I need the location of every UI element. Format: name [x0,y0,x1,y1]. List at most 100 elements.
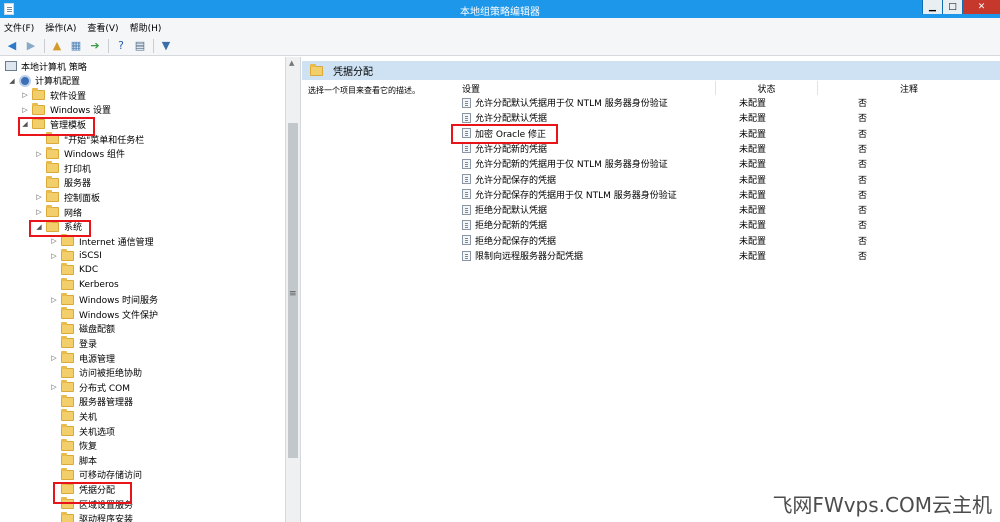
column-header-comment[interactable]: 注释 [818,81,1000,95]
show-hide-tree-icon[interactable]: ▦ [68,38,84,54]
tree-item[interactable]: ▷ Windows 组件 [35,146,125,161]
tree-item[interactable]: 访问被拒绝协助 [50,365,143,380]
expand-arrow-icon[interactable]: ▷ [50,383,58,391]
tree-item[interactable]: 登录 [50,336,97,350]
tree-item[interactable]: Windows 文件保护 [50,307,158,321]
back-arrow-icon[interactable]: ◀ [4,38,20,54]
tree-item-label: Windows 文件保护 [79,310,159,321]
setting-row[interactable]: 允许分配默认凭据用于仅 NTLM 服务器身份验证 未配置 否 [452,95,1000,110]
policy-setting-icon [462,143,471,154]
menu-help[interactable]: 帮助(H) [130,21,162,34]
title-bar: 本地组策略编辑器 ▁ □ ✕ [0,0,1000,18]
tree-item[interactable]: KDC [50,263,98,277]
expand-arrow-icon[interactable]: ▷ [50,252,58,260]
window-title: 本地组策略编辑器 [460,7,540,18]
setting-row[interactable]: 拒绝分配保存的凭据 未配置 否 [452,233,1000,248]
menu-action[interactable]: 操作(A) [45,21,76,34]
collapse-arrow-icon[interactable]: ◢ [8,77,16,85]
tree-item-label: 服务器 [64,179,92,190]
menu-view[interactable]: 查看(V) [87,21,118,34]
setting-row[interactable]: 拒绝分配新的凭据 未配置 否 [452,217,1000,232]
setting-row[interactable]: 允许分配保存的凭据 未配置 否 [452,172,1000,187]
tree-item[interactable]: 关机选项 [50,424,115,438]
toolbar-separator [153,38,154,53]
setting-name: 限制向远程服务器分配凭据 [475,252,584,262]
expand-arrow-icon[interactable]: ▷ [35,150,43,158]
scroll-up-arrow-icon[interactable]: ▲ [289,59,294,67]
expand-arrow-icon[interactable]: ▷ [35,193,43,201]
expand-arrow-icon[interactable]: ▷ [21,91,29,99]
tree-item-label: 软件设置 [50,91,87,102]
folder-icon [61,336,74,349]
policy-setting-icon [462,250,471,261]
expand-arrow-icon[interactable]: ▷ [50,354,58,362]
tree-item[interactable]: ▷ 软件设置 [21,88,86,102]
highlight-box [18,117,95,136]
tree-item-label: 关机 [79,412,98,423]
tree-item[interactable]: 驱动程序安装 [50,511,133,522]
help-icon[interactable]: ? [113,38,129,54]
expand-arrow-icon[interactable]: ▷ [50,296,58,304]
gear-icon [19,74,31,87]
setting-comment: 否 [858,236,868,247]
column-header-setting[interactable]: 设置 [458,81,716,95]
tree-item[interactable]: 打印机 [35,161,91,175]
setting-row[interactable]: 允许分配新的凭据用于仅 NTLM 服务器身份验证 未配置 否 [452,156,1000,171]
expand-arrow-icon[interactable]: ▷ [21,106,29,114]
policy-setting-icon [462,112,471,123]
tree-item-label: 访问被拒绝协助 [79,369,143,380]
setting-row[interactable]: 拒绝分配默认凭据 未配置 否 [452,202,1000,217]
tree-item[interactable]: 服务器管理器 [50,394,133,409]
properties-icon[interactable]: ▤ [132,38,148,54]
tree-item-label: KDC [79,265,99,276]
folder-icon [46,205,59,217]
tree-item[interactable]: 可移动存储访问 [50,467,142,482]
tree-item[interactable]: 磁盘配额 [50,321,115,336]
tree-item[interactable]: 关机 [50,409,97,423]
tree-item[interactable]: 恢复 [50,438,97,453]
column-header-state[interactable]: 状态 [716,81,818,95]
tree-item[interactable]: ▷ 电源管理 [50,351,115,365]
filter-icon[interactable]: ▼ [158,38,174,54]
tree-item[interactable]: 脚本 [50,453,97,467]
tree-item-label: 本地计算机 策略 [21,62,87,73]
forward-arrow-icon[interactable]: ▶ [23,38,39,54]
setting-state: 未配置 [739,206,767,217]
menu-file[interactable]: 文件(F) [4,21,34,34]
tree-item[interactable]: ▷ 网络 [35,205,82,219]
setting-row[interactable]: 限制向远程服务器分配凭据 未配置 否 [452,248,1000,263]
tree-item[interactable]: Kerberos [50,278,119,292]
setting-comment: 否 [858,99,868,109]
export-list-icon[interactable]: ➔ [87,38,103,54]
setting-state: 未配置 [739,129,767,140]
tree-item[interactable]: ▷ Windows 时间服务 [50,292,158,307]
column-header-label: 状态 [757,84,776,95]
setting-row[interactable]: 允许分配保存的凭据用于仅 NTLM 服务器身份验证 未配置 否 [452,187,1000,202]
tree-item-label: 网络 [64,208,83,219]
setting-state: 未配置 [739,114,767,125]
up-folder-icon[interactable]: ▲ [49,38,65,54]
tree-item[interactable]: ▷ iSCSI [50,248,102,263]
tree-item[interactable]: ▷ Windows 设置 [21,102,111,117]
setting-name-cell: 允许分配保存的凭据用于仅 NTLM 服务器身份验证 [462,187,677,202]
folder-icon [61,511,74,522]
minimize-button[interactable]: ▁ [922,0,942,14]
tree-item[interactable]: 服务器 [35,175,92,190]
maximize-button[interactable]: □ [942,0,962,14]
description-text: 选择一个项目来查看它的描述。 [308,86,420,95]
tree-item[interactable]: ▷ 分布式 COM [50,380,130,394]
splitter-grip-icon[interactable]: ≡ [289,289,297,299]
expand-arrow-icon[interactable]: ▷ [35,208,43,216]
setting-comment: 否 [858,252,868,262]
tree-item[interactable]: ▷ 控制面板 [35,190,100,204]
folder-icon [61,278,74,290]
tree-item[interactable]: ◢ 计算机配置 [8,74,80,88]
tree-item[interactable]: 本地计算机 策略 [5,59,87,73]
expand-arrow-icon[interactable]: ▷ [50,237,58,245]
tree-item-label: 分布式 COM [79,383,130,394]
close-button[interactable]: ✕ [962,0,1000,14]
tree-scrollbar[interactable]: ▲ ≡ [285,57,301,522]
setting-name: 允许分配保存的凭据用于仅 NTLM 服务器身份验证 [475,190,677,201]
folder-icon [32,102,45,115]
folder-icon [61,365,74,378]
